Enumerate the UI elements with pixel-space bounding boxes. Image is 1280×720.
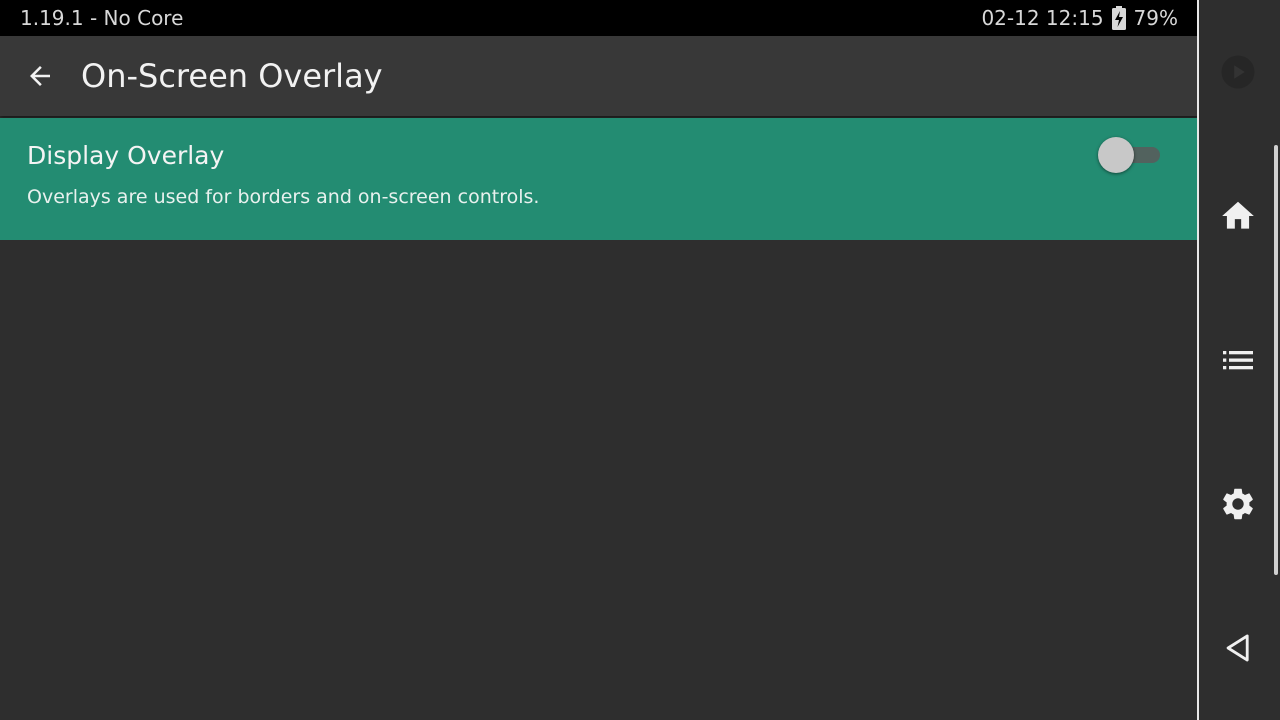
home-icon [1222,201,1254,229]
display-overlay-toggle[interactable] [1098,136,1164,174]
play-icon [1221,55,1255,89]
settings-button[interactable] [1199,474,1277,534]
resume-button[interactable] [1199,42,1277,102]
setting-summary: Overlays are used for borders and on-scr… [27,186,540,208]
toolbar: On-Screen Overlay [0,36,1198,116]
home-button[interactable] [1199,186,1277,246]
toggle-thumb [1098,137,1134,173]
gear-icon [1223,488,1253,520]
status-right: 02-12 12:15 79% [981,6,1178,30]
setting-title: Display Overlay [27,141,225,170]
screen: 1.19.1 - No Core 02-12 12:15 79% On-Scre… [0,0,1280,720]
list-icon [1223,351,1253,370]
clock-datetime: 02-12 12:15 [981,6,1104,30]
nav-rail [1199,0,1280,720]
status-bar: 1.19.1 - No Core 02-12 12:15 79% [0,0,1198,36]
battery-percent: 79% [1133,6,1178,30]
back-triangle-icon [1226,634,1249,662]
back-nav-button[interactable] [1199,618,1277,678]
arrow-back-icon [30,66,50,86]
app-version-status: 1.19.1 - No Core [20,6,184,30]
setting-display-overlay[interactable]: Display Overlay Overlays are used for bo… [0,118,1198,240]
scrollbar[interactable] [1274,145,1278,575]
playlist-button[interactable] [1199,330,1277,390]
page-title: On-Screen Overlay [81,57,383,95]
back-button[interactable] [18,54,62,98]
battery-charging-icon [1111,6,1126,30]
